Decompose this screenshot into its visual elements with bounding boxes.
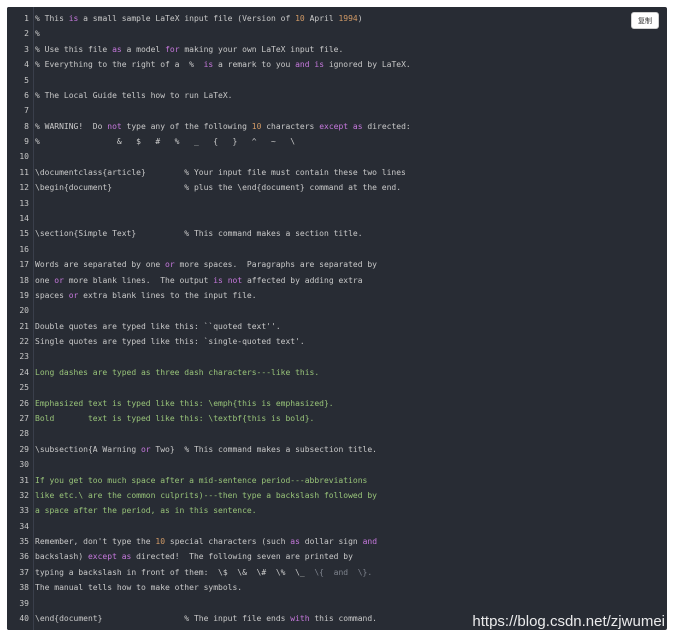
line-number: 3 (24, 45, 29, 54)
code-line: like etc.\ are the common culprits)---th… (35, 491, 377, 500)
copy-button[interactable]: 复制 (631, 12, 659, 29)
code-line: Long dashes are typed as three dash char… (35, 368, 320, 377)
line-number: 10 (19, 152, 29, 161)
line-number: 15 (19, 229, 29, 238)
code-line: % WARNING! Do not type any of the follow… (35, 122, 411, 131)
line-number: 5 (24, 76, 29, 85)
code-line: % This is a small sample LaTeX input fil… (35, 14, 363, 23)
code-line: Single quotes are typed like this: `sing… (35, 337, 305, 346)
code-line: Double quotes are typed like this: ``quo… (35, 322, 281, 331)
line-number: 29 (19, 445, 29, 454)
code-line: % & $ # % _ { } ^ ~ \ (35, 137, 296, 146)
line-number: 23 (19, 352, 29, 361)
line-number: 37 (19, 568, 29, 577)
code-line: \section{Simple Text} % This command mak… (35, 229, 363, 238)
line-number: 31 (19, 476, 29, 485)
code-line: Emphasized text is typed like this: \emp… (35, 399, 334, 408)
line-number: 25 (19, 383, 29, 392)
line-number: 24 (19, 368, 29, 377)
line-number: 4 (24, 60, 29, 69)
line-number: 30 (19, 460, 29, 469)
line-number: 6 (24, 91, 29, 100)
line-number: 32 (19, 491, 29, 500)
code-area[interactable]: % This is a small sample LaTeX input fil… (35, 7, 667, 630)
line-number: 28 (19, 429, 29, 438)
line-number: 18 (19, 276, 29, 285)
code-block: 1 2 3 4 5 6 7 8 9 10 11 12 13 14 15 16 17 18 19 20 21 22 23 24 2… (7, 7, 667, 630)
line-number: 12 (19, 183, 29, 192)
line-number: 35 (19, 537, 29, 546)
code-line: % Use this file as a model for making yo… (35, 45, 344, 54)
code-line: Bold text is typed like this: \textbf{th… (35, 414, 315, 423)
line-number: 13 (19, 199, 29, 208)
code-line: typing a backslash in front of them: \$ … (35, 568, 373, 577)
line-number: 7 (24, 106, 29, 115)
code-line: a space after the period, as in this sen… (35, 506, 257, 515)
code-line: \documentclass{article} % Your input fil… (35, 168, 406, 177)
line-number-gutter: 1 2 3 4 5 6 7 8 9 10 11 12 13 14 15 16 17 18 19 20 21 22 23 24 2… (7, 7, 34, 630)
line-number: 2 (24, 29, 29, 38)
code-line: backslash) except as directed! The follo… (35, 552, 353, 561)
line-number: 20 (19, 306, 29, 315)
line-number: 34 (19, 522, 29, 531)
line-number: 9 (24, 137, 29, 146)
code-line: If you get too much space after a mid-se… (35, 476, 368, 485)
line-number: 21 (19, 322, 29, 331)
line-number: 16 (19, 245, 29, 254)
code-line: % (35, 29, 40, 38)
code-line: \end{document} % The input file ends wit… (35, 614, 377, 623)
line-number: 8 (24, 122, 29, 131)
line-number: 36 (19, 552, 29, 561)
line-number: 39 (19, 599, 29, 608)
code-line: \subsection{A Warning or Two} % This com… (35, 445, 377, 454)
line-number: 26 (19, 399, 29, 408)
code-line: Remember, don't type the 10 special char… (35, 537, 378, 546)
line-number: 1 (24, 14, 29, 23)
code-line: one or more blank lines. The output is n… (35, 276, 363, 285)
line-number: 38 (19, 583, 29, 592)
code-line: The manual tells how to make other symbo… (35, 583, 243, 592)
line-number: 17 (19, 260, 29, 269)
line-number: 27 (19, 414, 29, 423)
line-number: 33 (19, 506, 29, 515)
code-line: spaces or extra blank lines to the input… (35, 291, 257, 300)
code-line: \begin{document} % plus the \end{documen… (35, 183, 402, 192)
watermark: https://blog.csdn.net/zjwumei (472, 613, 665, 630)
line-number: 22 (19, 337, 29, 346)
line-number: 40 (19, 614, 29, 623)
line-number: 11 (19, 168, 29, 177)
code-line: % The Local Guide tells how to run LaTeX… (35, 91, 233, 100)
code-line: Words are separated by one or more space… (35, 260, 377, 269)
line-number: 19 (19, 291, 29, 300)
line-number: 14 (19, 214, 29, 223)
code-line: % Everything to the right of a % is a re… (35, 60, 411, 69)
